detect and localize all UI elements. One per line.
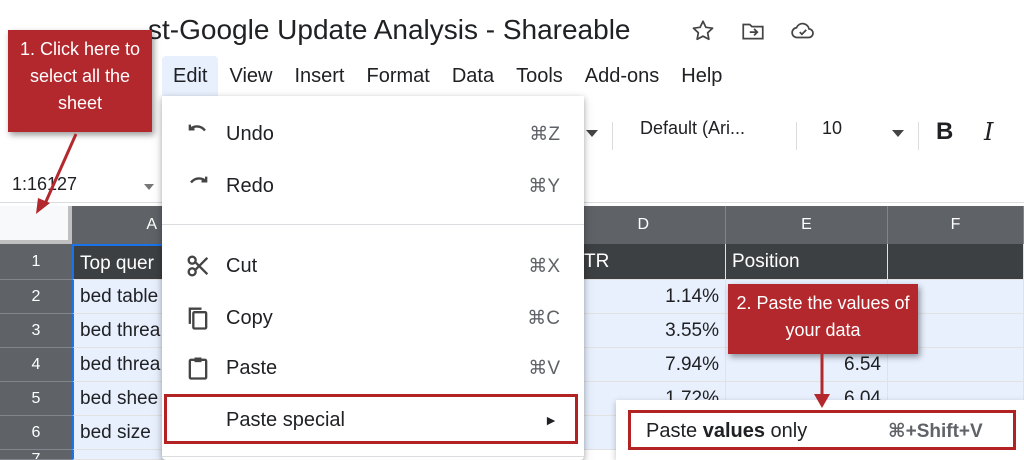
cell-d3[interactable]: 3.55% [578,314,726,348]
cell-c1[interactable]: TR [578,244,726,280]
redo-label: Redo [226,174,274,197]
paste-values-prefix: Paste [646,420,703,442]
cut-shortcut: ⌘X [528,255,560,277]
star-icon[interactable] [690,18,716,44]
row-header-3[interactable]: 3 [0,314,72,348]
italic-button[interactable]: I [984,118,993,146]
column-header-f[interactable]: F [888,206,1024,244]
row-header-7[interactable]: 7 [0,450,72,460]
paste-values-suffix: only [764,420,808,442]
menu-add-ons[interactable]: Add-ons [574,56,671,96]
menu-insert[interactable]: Insert [283,56,355,96]
paste-special-highlight [164,394,578,444]
select-all-corner[interactable] [0,206,72,244]
cell-d2[interactable]: 1.14% [578,280,726,314]
scissors-icon [187,255,209,277]
move-folder-icon[interactable] [740,18,766,44]
menu-bar: Edit View Insert Format Data Tools Add-o… [162,56,733,96]
row-header-2[interactable]: 2 [0,280,72,314]
clipboard-icon [188,357,208,380]
undo-label: Undo [226,122,274,145]
document-title[interactable]: st-Google Update Analysis - Shareable [148,14,631,46]
row-header-6[interactable]: 6 [0,416,72,450]
toolbar-separator [796,122,797,150]
font-select[interactable]: Default (Ari... [640,118,745,139]
column-header-e[interactable]: E [726,206,888,244]
menu-item-cut[interactable]: Cut ⌘X [162,244,584,288]
name-box-caret-icon[interactable] [144,184,154,190]
name-box[interactable]: 1:16127 [12,174,77,195]
menu-item-paste-values-only[interactable]: Paste values only [646,420,807,443]
bold-button[interactable]: B [936,118,953,146]
copy-icon [188,307,208,330]
font-size-select[interactable]: 10 [822,118,842,139]
redo-shortcut: ⌘Y [528,175,560,197]
menu-separator [162,224,584,225]
toolbar-separator [612,122,613,150]
copy-shortcut: ⌘C [527,307,560,329]
menu-item-copy[interactable]: Copy ⌘C [162,296,584,340]
toolbar-separator [918,122,919,150]
redo-icon [190,176,208,184]
cut-label: Cut [226,254,258,277]
menu-tools[interactable]: Tools [505,56,574,96]
cloud-saved-icon[interactable] [790,18,816,44]
menu-format[interactable]: Format [356,56,441,96]
zoom-caret-icon[interactable] [586,130,598,137]
paste-label: Paste [226,356,278,379]
title-icons [690,18,816,44]
paste-values-shortcut: ⌘+Shift+V [888,421,983,442]
menu-item-paste[interactable]: Paste ⌘V [162,346,584,390]
undo-shortcut: ⌘Z [529,123,560,145]
menu-view[interactable]: View [218,56,283,96]
undo-icon [188,124,206,132]
font-size-caret-icon[interactable] [892,130,904,137]
menu-item-redo[interactable]: Redo ⌘Y [162,164,584,208]
row-header-4[interactable]: 4 [0,348,72,382]
menu-separator [162,456,584,457]
paste-values-bold: values [702,420,765,442]
menu-edit[interactable]: Edit [162,56,219,96]
callout-step-1: 1. Click here to select all the sheet [8,30,152,132]
cell-d4[interactable]: 7.94% [578,348,726,382]
cell-f1[interactable] [888,244,1024,280]
menu-data[interactable]: Data [441,56,505,96]
cell-e1[interactable]: Position [726,244,888,280]
menu-help[interactable]: Help [670,56,733,96]
callout-step-2: 2. Paste the values of your data [728,284,918,354]
paste-shortcut: ⌘V [528,357,560,379]
menu-item-undo[interactable]: Undo ⌘Z [162,112,584,156]
copy-label: Copy [226,306,273,329]
row-header-5[interactable]: 5 [0,382,72,416]
row-header-1[interactable]: 1 [0,244,72,280]
